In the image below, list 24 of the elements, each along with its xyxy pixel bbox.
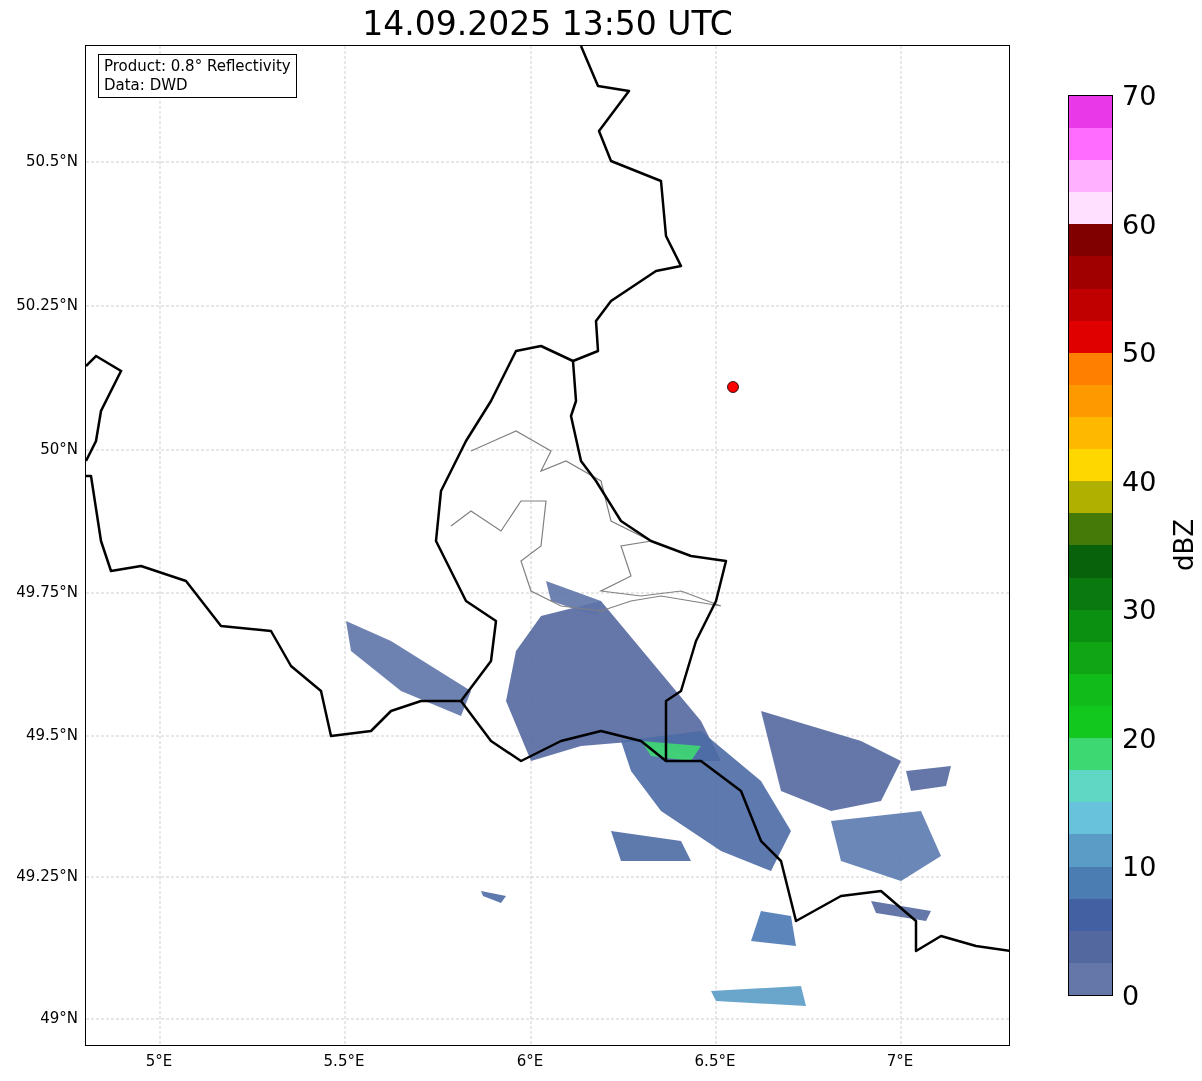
colorbar-tick-label: 20: [1122, 723, 1157, 754]
latitude-tick-label: 49.5°N: [24, 726, 78, 744]
longitude-tick-label: 6.5°E: [693, 1052, 737, 1070]
latitude-tick-label: 49.25°N: [15, 867, 78, 885]
longitude-tick-label: 5°E: [144, 1052, 174, 1070]
colorbar-tick-label: 70: [1122, 81, 1157, 111]
colorbar-tick-label: 60: [1122, 209, 1157, 240]
radar-site-marker: [727, 381, 739, 393]
colorbar-tick-label: 50: [1122, 338, 1157, 369]
colorbar-tick-label: 30: [1122, 595, 1157, 626]
colorbar-tick-label: 0: [1122, 981, 1140, 1011]
latitude-tick-label: 50.25°N: [15, 296, 78, 314]
longitude-tick-label: 6°E: [515, 1052, 545, 1070]
longitude-tick-label: 7°E: [885, 1052, 915, 1070]
colorbar-label: dBZ: [1169, 518, 1200, 572]
colorbar-tick-label: 40: [1122, 466, 1157, 497]
colorbar-tick-label: 10: [1122, 852, 1157, 883]
latitude-tick-label: 49.75°N: [15, 583, 78, 601]
plot-title: 14.09.2025 13:50 UTC: [361, 4, 734, 44]
latitude-tick-label: 50°N: [39, 440, 78, 458]
latitude-tick-label: 49°N: [39, 1009, 78, 1027]
latitude-tick-label: 50.5°N: [24, 152, 78, 170]
info-box: Product: 0.8° Reflectivity Data: DWD: [98, 54, 297, 98]
longitude-tick-label: 5.5°E: [322, 1052, 366, 1070]
